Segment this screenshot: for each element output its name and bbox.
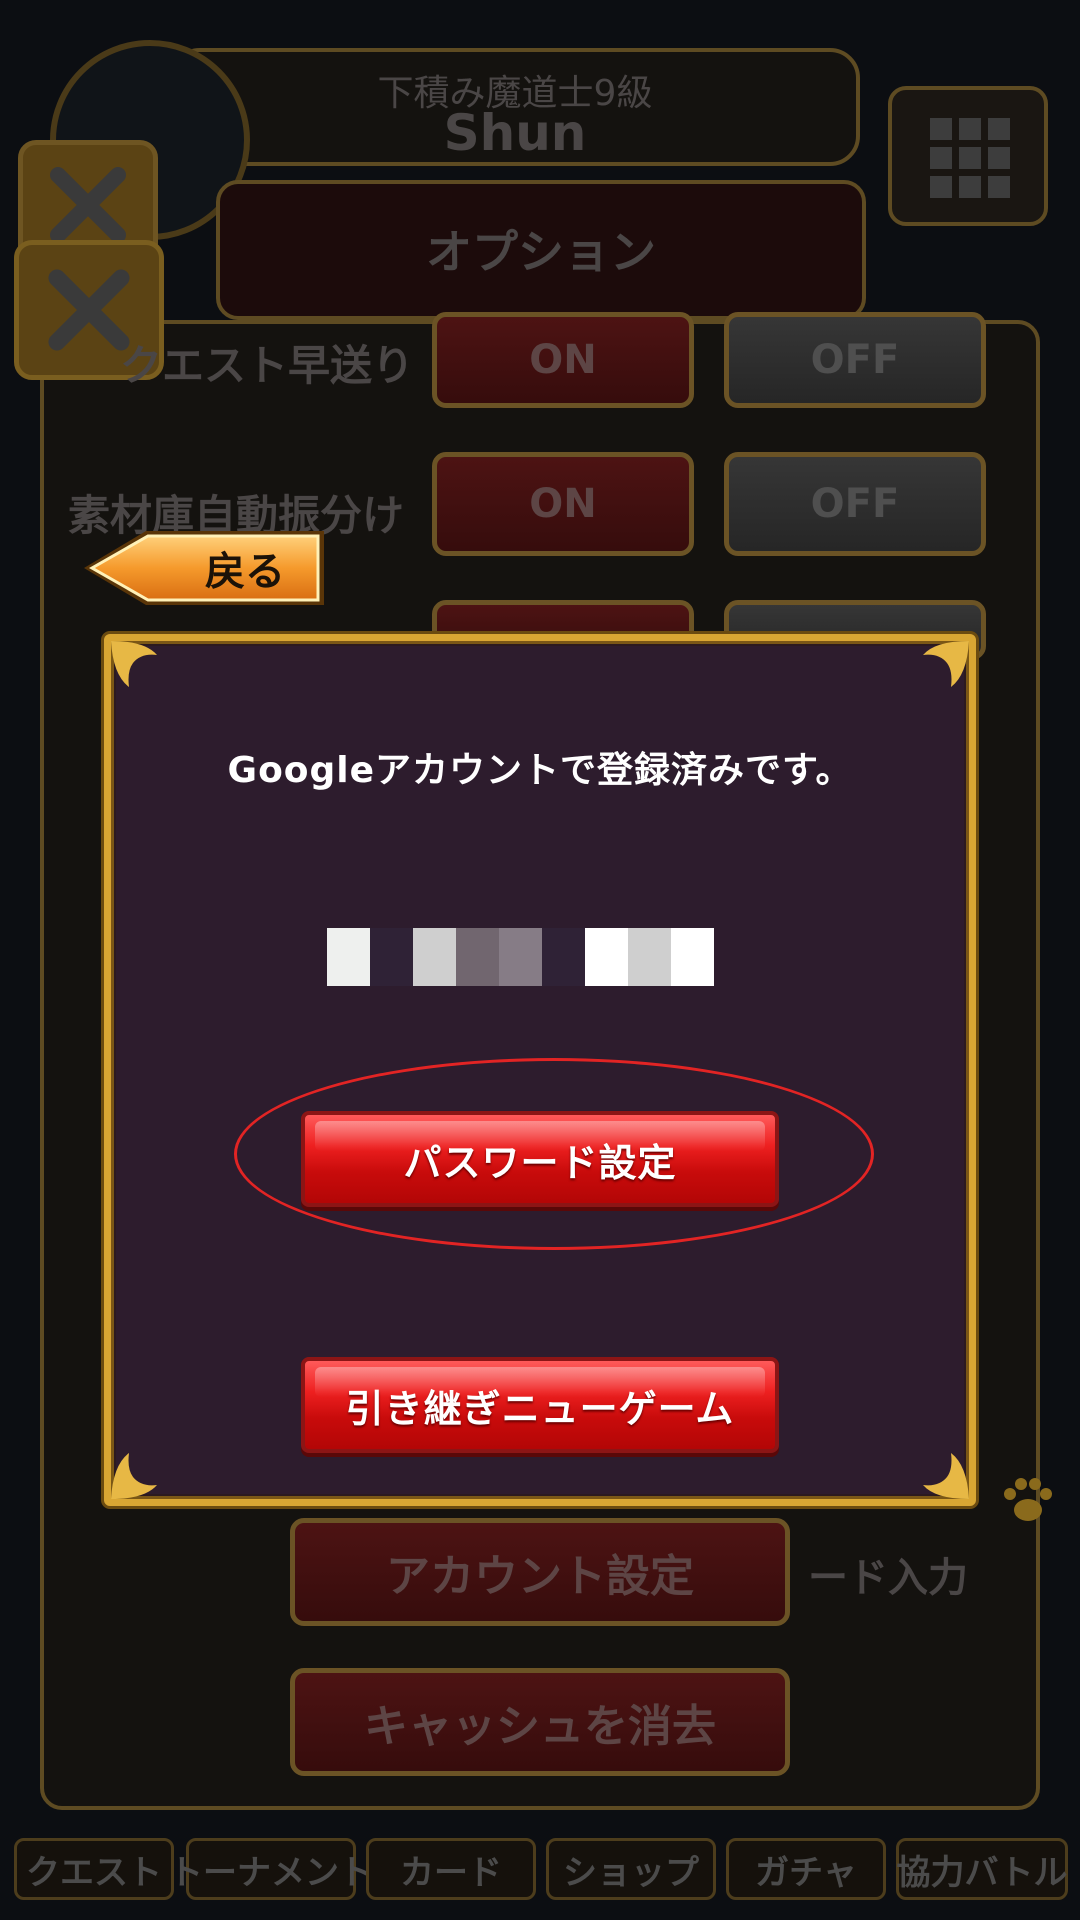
ornament-corner-icon: [111, 641, 157, 687]
setting-label-quest-fast: クエスト早送り: [120, 341, 415, 390]
ornament-corner-icon: [111, 1453, 157, 1499]
option-title-tab: オプション: [216, 180, 866, 320]
nav-tab-card[interactable]: カード: [366, 1838, 536, 1900]
back-button-label: 戻る: [205, 549, 285, 595]
material-sort-off-button[interactable]: OFF: [724, 452, 986, 556]
material-sort-on-button[interactable]: ON: [432, 452, 694, 556]
clear-cache-button[interactable]: キャッシュを消去: [290, 1668, 790, 1776]
redact-block: [542, 928, 585, 986]
highlight-ring: [234, 1058, 874, 1250]
option-title: オプション: [426, 225, 656, 279]
player-header: 下積み魔道士9級 Shun: [170, 48, 860, 166]
nav-tab-gacha[interactable]: ガチャ: [726, 1838, 886, 1900]
ornament-corner-icon: [923, 1453, 969, 1499]
redact-block: [413, 928, 456, 986]
redact-block: [628, 928, 671, 986]
redact-block: [671, 928, 714, 986]
code-input-label: ード入力: [808, 1555, 968, 1601]
quest-fast-off-button[interactable]: OFF: [724, 312, 986, 408]
redact-block: [327, 928, 370, 986]
grid-icon: [930, 118, 1010, 198]
nav-tab-coop-battle[interactable]: 協力バトル: [896, 1838, 1068, 1900]
transfer-new-game-button[interactable]: 引き継ぎニューゲーム: [301, 1357, 779, 1453]
nav-tab-tournament[interactable]: トーナメント: [169, 1838, 373, 1900]
player-name: Shun: [443, 104, 587, 162]
close-icon: [50, 167, 126, 243]
nav-tab-quest[interactable]: クエスト: [14, 1838, 174, 1900]
ornament-corner-icon: [923, 641, 969, 687]
quest-fast-on-button[interactable]: ON: [432, 312, 694, 408]
redact-block: [499, 928, 542, 986]
back-button[interactable]: 戻る: [80, 525, 328, 611]
menu-grid-button[interactable]: [888, 86, 1048, 226]
redacted-account-id: [327, 928, 714, 986]
account-settings-button[interactable]: アカウント設定: [290, 1518, 790, 1626]
paw-icon: [1004, 1478, 1052, 1521]
redact-block: [585, 928, 628, 986]
redact-block: [456, 928, 499, 986]
redact-block: [370, 928, 413, 986]
nav-tab-shop[interactable]: ショップ: [546, 1838, 716, 1900]
registration-message: Googleアカウントで登録済みです。: [227, 750, 853, 791]
